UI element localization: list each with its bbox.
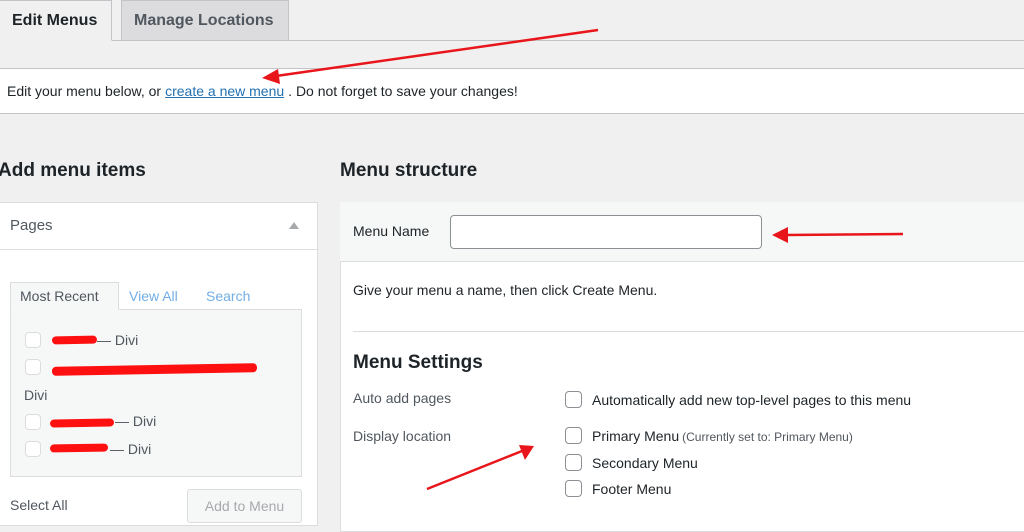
redaction-mark bbox=[51, 335, 98, 345]
list-item: — Divi bbox=[97, 332, 139, 348]
notice-bar: Edit your menu below, or create a new me… bbox=[0, 68, 1024, 114]
menu-settings-heading: Menu Settings bbox=[353, 352, 483, 373]
secondary-menu-checkbox[interactable] bbox=[565, 454, 582, 471]
tab-most-recent[interactable]: Most Recent bbox=[10, 282, 119, 310]
primary-menu-note: (Currently set to: Primary Menu) bbox=[682, 430, 853, 444]
pages-section-title: Pages bbox=[10, 217, 53, 234]
tab-view-all[interactable]: View All bbox=[120, 282, 187, 310]
list-item: Divi bbox=[24, 387, 48, 403]
page-checkbox[interactable] bbox=[25, 332, 41, 348]
display-location-label: Display location bbox=[353, 428, 452, 444]
page-checkbox[interactable] bbox=[25, 441, 41, 457]
auto-add-label: Auto add pages bbox=[353, 390, 452, 406]
tab-manage-locations[interactable]: Manage Locations bbox=[121, 0, 289, 41]
auto-add-option-label: Automatically add new top-level pages to… bbox=[592, 392, 912, 408]
secondary-menu-label: Secondary Menu bbox=[592, 455, 698, 471]
page-checkbox[interactable] bbox=[25, 414, 41, 430]
notice-prefix: Edit your menu below, or bbox=[7, 83, 162, 99]
primary-menu-checkbox[interactable] bbox=[565, 427, 582, 444]
redaction-mark bbox=[49, 418, 115, 428]
menu-name-label: Menu Name bbox=[353, 223, 430, 239]
primary-menu-option: Primary Menu (Currently set to: Primary M… bbox=[592, 428, 853, 444]
add-to-menu-button[interactable]: Add to Menu bbox=[187, 489, 302, 523]
footer-menu-label: Footer Menu bbox=[592, 481, 672, 497]
tab-edit-menus[interactable]: Edit Menus bbox=[0, 0, 112, 41]
primary-menu-label: Primary Menu bbox=[592, 428, 680, 444]
pages-panel-header[interactable]: Pages bbox=[0, 202, 318, 250]
select-all-link[interactable]: Select All bbox=[10, 497, 68, 513]
add-menu-items-heading: Add menu items bbox=[0, 160, 146, 181]
footer-menu-checkbox[interactable] bbox=[565, 480, 582, 497]
page-checkbox[interactable] bbox=[25, 359, 41, 375]
list-item: — Divi bbox=[115, 413, 157, 429]
auto-add-checkbox[interactable] bbox=[565, 391, 582, 408]
notice-suffix: . Do not forget to save your changes! bbox=[288, 83, 518, 99]
tab-search[interactable]: Search bbox=[197, 282, 259, 310]
menu-name-input[interactable] bbox=[450, 215, 762, 249]
create-new-menu-link[interactable]: create a new menu bbox=[165, 83, 284, 99]
redaction-mark bbox=[49, 443, 109, 453]
collapse-triangle-icon[interactable] bbox=[289, 222, 299, 229]
list-item: — Divi bbox=[110, 441, 152, 457]
instructions-text: Give your menu a name, then click Create… bbox=[353, 282, 658, 298]
menu-structure-heading: Menu structure bbox=[340, 160, 478, 181]
section-divider bbox=[353, 331, 1024, 332]
